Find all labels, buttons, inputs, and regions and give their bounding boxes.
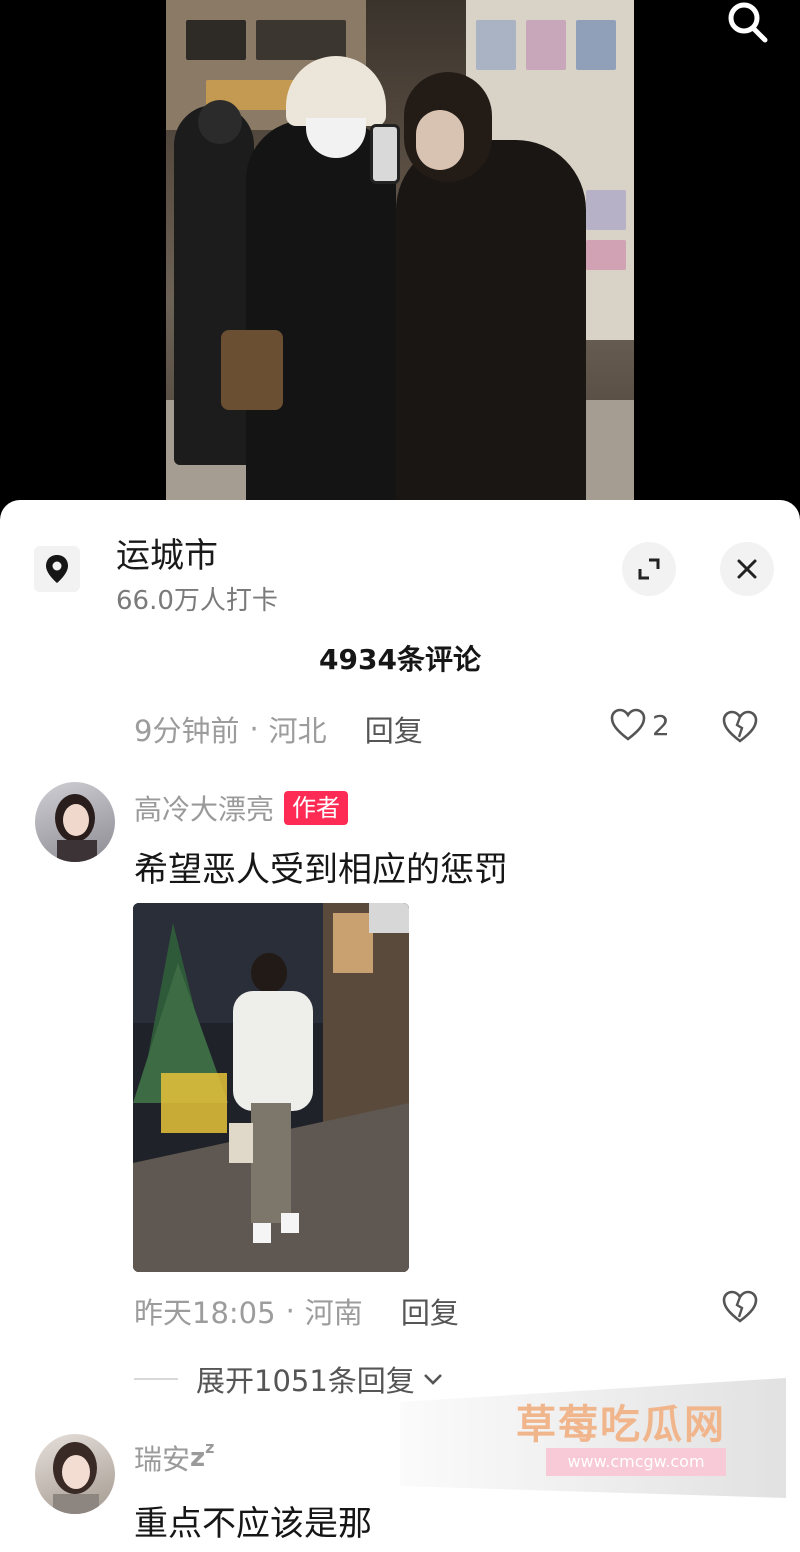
comment-time: 9分钟前 (134, 714, 240, 748)
divider (134, 1378, 178, 1380)
comment-region: 河南 (304, 1296, 363, 1330)
comment-username[interactable]: 瑞安 z z (134, 1438, 214, 1478)
author-badge: 作者 (284, 791, 349, 825)
heart-icon (610, 708, 646, 741)
video-player[interactable] (0, 0, 800, 510)
search-button[interactable] (718, 0, 778, 48)
meta-separator: · (249, 712, 259, 746)
location-checkins: 66.0万人打卡 (116, 586, 278, 616)
video-frame (166, 0, 634, 500)
comment-text: 重点不应该是那 (134, 1504, 372, 1544)
close-button[interactable] (720, 542, 774, 596)
search-icon (728, 2, 768, 43)
watermark-title: 草莓吃瓜网 (516, 1402, 726, 1448)
broken-heart-icon (722, 1290, 758, 1323)
location-name[interactable]: 运城市 (116, 528, 218, 577)
comment-region: 河北 (268, 714, 327, 748)
location-pin-icon[interactable] (34, 546, 80, 592)
close-icon (737, 559, 757, 579)
comment-text: 希望恶人受到相应的惩罚 (134, 850, 508, 890)
dislike-button[interactable] (722, 1290, 758, 1328)
reply-button[interactable]: 回复 (401, 1290, 459, 1332)
reply-button[interactable]: 回复 (365, 708, 423, 750)
dislike-button[interactable] (722, 710, 758, 748)
comment-sheet: 运城市 66.0万人打卡 4934条评论 9分钟前 · 河北 回复 2 高冷大漂… (0, 500, 800, 1552)
username-text[interactable]: 高冷大漂亮 (134, 788, 274, 828)
comment-username[interactable]: 高冷大漂亮 作者 (134, 788, 349, 828)
watermark-url: www.cmcgw.com (546, 1448, 726, 1476)
avatar[interactable] (35, 1434, 115, 1514)
expand-icon (638, 558, 660, 580)
broken-heart-icon (722, 710, 758, 743)
username-text[interactable]: 瑞安 (134, 1438, 190, 1478)
expand-button[interactable] (622, 542, 676, 596)
like-button[interactable]: 2 (610, 708, 670, 742)
username-suffix-small: z (205, 1438, 215, 1457)
expand-replies-button[interactable]: 展开1051条回复 (134, 1358, 445, 1400)
expand-replies-label[interactable]: 展开1051条回复 (196, 1358, 415, 1400)
like-count: 2 (652, 708, 670, 742)
chevron-down-icon (423, 1374, 442, 1385)
watermark: 草莓吃瓜网 www.cmcgw.com (400, 1378, 786, 1498)
comment-image[interactable] (133, 903, 409, 1272)
username-suffix: z (190, 1443, 206, 1473)
comment-count: 4934条评论 (319, 643, 481, 676)
comment-time: 昨天18:05 (134, 1296, 276, 1330)
meta-separator: · (285, 1294, 295, 1328)
comment-meta: 昨天18:05 · 河南 回复 (134, 1290, 459, 1332)
comment-meta: 9分钟前 · 河北 回复 (134, 708, 423, 750)
avatar[interactable] (35, 782, 115, 862)
